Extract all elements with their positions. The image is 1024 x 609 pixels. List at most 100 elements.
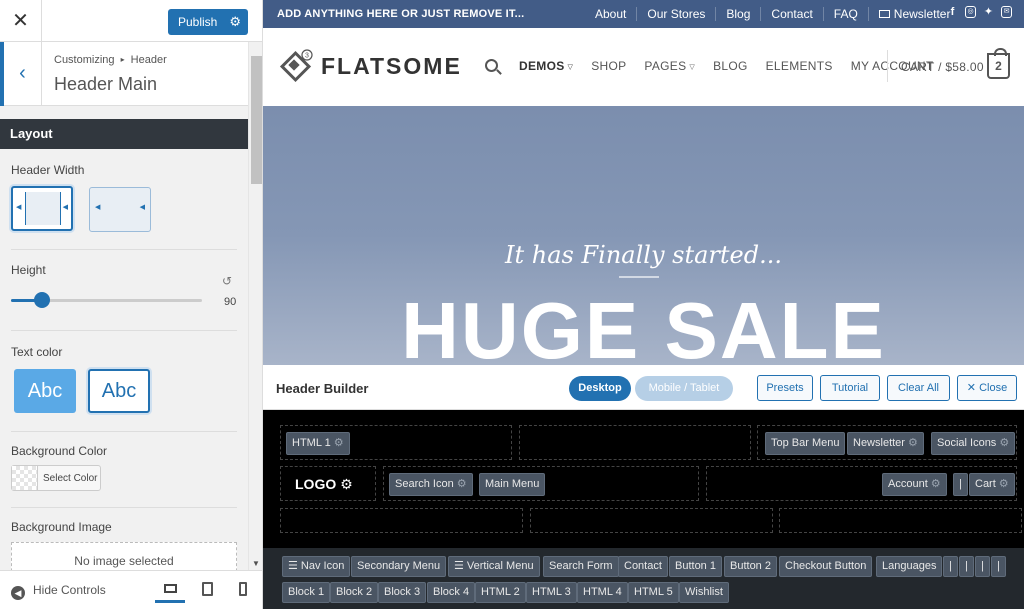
nav-elements[interactable]: ELEMENTS [757, 59, 842, 73]
nav-blog[interactable]: BLOG [704, 59, 757, 73]
top-menu-blog[interactable]: Blog [715, 7, 760, 21]
bottom-right-zone[interactable] [779, 508, 1022, 533]
customizer-footer: ◀ Hide Controls [0, 570, 262, 609]
tray-html-4[interactable]: HTML 4 [577, 582, 628, 603]
tray-html-3[interactable]: HTML 3 [526, 582, 577, 603]
cart-link[interactable]: CART / $58.00 [901, 60, 984, 74]
top-left-zone[interactable]: HTML 1 ⚙ [280, 425, 512, 460]
instagram-icon[interactable]: ◎ [965, 6, 976, 18]
scrollbar-thumb[interactable] [251, 56, 262, 184]
back-button[interactable]: ‹ [0, 42, 42, 106]
sidebar-scrollbar[interactable]: ▼ [248, 42, 262, 570]
tray-block-2[interactable]: Block 2 [330, 582, 379, 603]
hero-subtitle: It has Finally started... [505, 241, 782, 269]
preview-desktop-button[interactable] [155, 577, 185, 603]
tray-button-2[interactable]: Button 2 [724, 556, 777, 577]
top-center-zone[interactable] [519, 425, 751, 460]
clear-all-button[interactable]: Clear All [887, 375, 950, 401]
presets-button[interactable]: Presets [757, 375, 813, 401]
tray-block-3[interactable]: Block 3 [378, 582, 427, 603]
chevron-down-icon: ▽ [689, 64, 696, 71]
logo-text[interactable]: FLATSOME [321, 53, 462, 80]
logo-zone[interactable]: LOGO ⚙ [280, 466, 376, 501]
nav-demos[interactable]: DEMOS ▽ [510, 59, 582, 73]
mode-mobile-tablet-button[interactable]: Mobile / Tablet [635, 376, 733, 401]
twitter-icon[interactable]: ✦ [983, 6, 994, 18]
builder-chip-divider[interactable]: | [953, 473, 968, 496]
close-customizer-button[interactable]: ✕ [0, 0, 42, 42]
tray-block-1[interactable]: Block 1 [282, 582, 331, 603]
flatsome-logo-icon[interactable]: 3 [279, 49, 313, 83]
builder-chip-account[interactable]: Account ⚙ [882, 473, 947, 496]
cart-icon[interactable]: 2 [987, 48, 1010, 79]
top-menu-our-stores[interactable]: Our Stores [636, 7, 715, 21]
tray-divider-2[interactable]: | [959, 556, 974, 577]
gear-icon[interactable]: ⚙ [999, 437, 1009, 449]
main-left-zone[interactable]: Search Icon ⚙ Main Menu [383, 466, 699, 501]
tray-divider-4[interactable]: | [991, 556, 1006, 577]
tray-vertical-menu[interactable]: ☰ Vertical Menu [448, 556, 540, 577]
tray-secondary-menu[interactable]: Secondary Menu [351, 556, 447, 577]
tray-html-2[interactable]: HTML 2 [475, 582, 526, 603]
customizer-top-bar: ✕ Publish ⚙ [0, 0, 262, 42]
gear-icon[interactable]: ⚙ [229, 9, 241, 35]
gear-icon[interactable]: ⚙ [908, 437, 918, 449]
text-color-light-option[interactable]: Abc [14, 369, 76, 413]
tray-divider-1[interactable]: | [943, 556, 958, 577]
preview-tablet-button[interactable] [192, 577, 222, 603]
gear-icon[interactable]: ⚙ [999, 478, 1009, 490]
gear-icon[interactable]: ⚙ [457, 478, 467, 490]
builder-logo[interactable]: LOGO ⚙ [295, 476, 353, 493]
publish-button[interactable]: Publish ⚙ [168, 9, 248, 35]
nav-pages[interactable]: PAGES ▽ [635, 59, 704, 73]
header-width-full-option[interactable]: ◀ ◀ [89, 187, 151, 232]
top-menu-contact[interactable]: Contact [760, 7, 822, 21]
bottom-center-zone[interactable] [530, 508, 773, 533]
tray-html-5[interactable]: HTML 5 [628, 582, 679, 603]
text-color-dark-option[interactable]: Abc [88, 369, 150, 413]
main-right-zone[interactable]: Account ⚙ | Cart ⚙ [706, 466, 1017, 501]
facebook-icon[interactable]: f [947, 6, 958, 18]
height-slider-handle[interactable] [33, 292, 50, 308]
divider [11, 507, 237, 508]
close-icon: ✕ [966, 382, 977, 394]
gear-icon[interactable]: ⚙ [340, 476, 353, 492]
header-width-container-option[interactable]: ◀ ◀ [11, 186, 73, 231]
background-image-dropzone[interactable]: No image selected [11, 542, 237, 570]
tray-button-1[interactable]: Button 1 [669, 556, 722, 577]
mode-desktop-button[interactable]: Desktop [569, 376, 631, 401]
tray-search-form[interactable]: Search Form [543, 556, 619, 577]
top-menu-about[interactable]: About [585, 7, 636, 21]
top-right-zone[interactable]: Top Bar Menu Newsletter ⚙ Social Icons ⚙ [757, 425, 1017, 460]
chip-label: HTML 1 [292, 437, 331, 449]
preview-mobile-button[interactable] [228, 577, 258, 603]
nav-shop[interactable]: SHOP [582, 59, 635, 73]
tutorial-button[interactable]: Tutorial [820, 375, 880, 401]
hide-controls-button[interactable]: ◀ Hide Controls [11, 583, 106, 600]
builder-chip-html-1[interactable]: HTML 1 ⚙ [286, 432, 350, 455]
builder-chip-cart[interactable]: Cart ⚙ [969, 473, 1015, 496]
tray-divider-3[interactable]: | [975, 556, 990, 577]
search-icon[interactable] [485, 59, 498, 72]
bottom-left-zone[interactable] [280, 508, 523, 533]
gear-icon[interactable]: ⚙ [334, 437, 344, 449]
scroll-down-icon[interactable]: ▼ [252, 559, 260, 568]
select-color-button[interactable]: Select Color [11, 465, 101, 491]
tray-wishlist[interactable]: Wishlist [679, 582, 729, 603]
builder-chip-newsletter[interactable]: Newsletter ⚙ [847, 432, 924, 455]
envelope-icon [878, 10, 890, 18]
builder-chip-main-menu[interactable]: Main Menu [479, 473, 546, 496]
tray-nav-icon[interactable]: ☰ Nav Icon [282, 556, 351, 577]
tray-languages[interactable]: Languages [876, 556, 943, 577]
builder-chip-search-icon[interactable]: Search Icon ⚙ [389, 473, 473, 496]
gear-icon[interactable]: ⚙ [931, 478, 941, 490]
email-icon[interactable]: ✉ [1001, 6, 1012, 18]
tray-checkout-button[interactable]: Checkout Button [779, 556, 873, 577]
builder-chip-top-bar-menu[interactable]: Top Bar Menu [765, 432, 846, 455]
close-builder-button[interactable]: ✕ Close [957, 375, 1017, 401]
tray-block-4[interactable]: Block 4 [427, 582, 476, 603]
reset-icon[interactable]: ↺ [222, 274, 232, 288]
builder-chip-social-icons[interactable]: Social Icons ⚙ [931, 432, 1016, 455]
top-menu-faq[interactable]: FAQ [822, 7, 868, 21]
tray-contact[interactable]: Contact [618, 556, 668, 577]
